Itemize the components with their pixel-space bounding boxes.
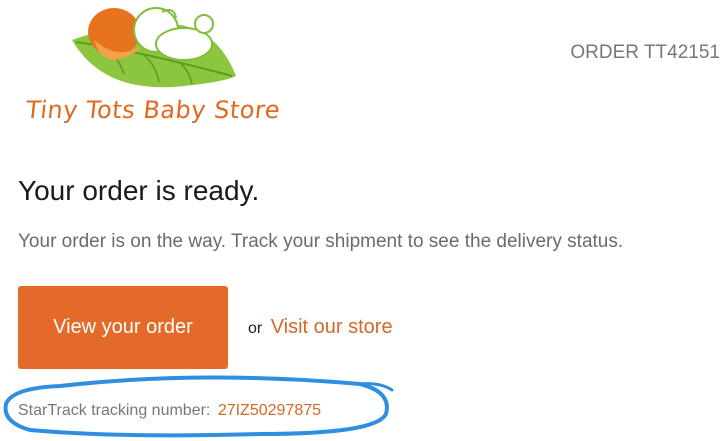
tracking-number-link[interactable]: 27IZ50297875 [218, 402, 321, 419]
tracking-info: StarTrack tracking number: 27IZ50297875 [18, 402, 321, 420]
store-logo: Tiny Tots Baby Store [24, 0, 282, 135]
visit-store-link[interactable]: Visit our store [271, 316, 393, 338]
or-label: or [248, 320, 263, 337]
page-title: Your order is ready. [18, 175, 260, 206]
alternate-action: or Visit our store [248, 316, 393, 339]
order-number: ORDER TT42151 [570, 42, 720, 63]
view-order-button[interactable]: View your order [18, 286, 228, 369]
baby-on-leaf-icon [72, 7, 236, 88]
tracking-label: StarTrack tracking number: [18, 402, 211, 419]
store-name: Tiny Tots Baby Store [24, 96, 282, 124]
order-status-description: Your order is on the way. Track your shi… [18, 231, 624, 252]
